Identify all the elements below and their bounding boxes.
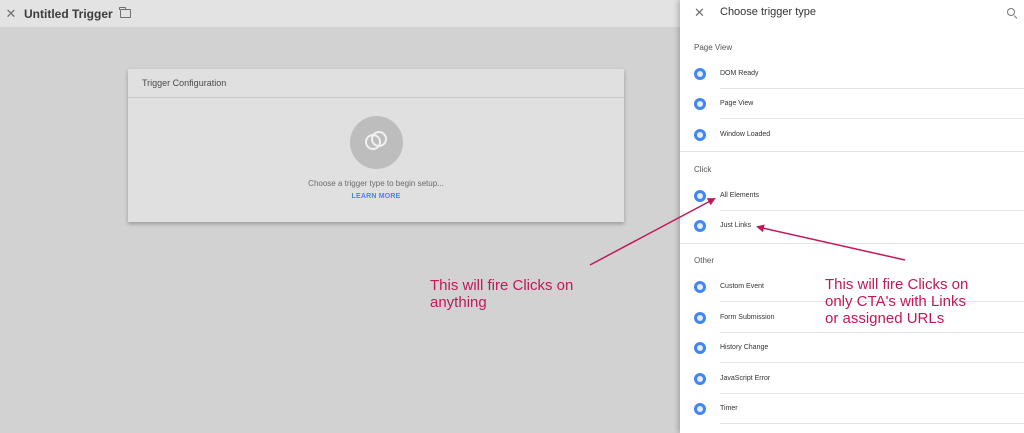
link-click-icon	[694, 220, 706, 232]
eye-icon	[694, 129, 706, 141]
trigger-type-panel: ✕ Choose trigger type Page View DOM Read…	[680, 0, 1024, 433]
panel-title: Choose trigger type	[720, 6, 816, 18]
trigger-label: Form Submission	[720, 314, 775, 321]
history-icon	[694, 342, 706, 354]
trigger-window-loaded[interactable]: Window Loaded	[680, 120, 1024, 150]
trigger-all-elements[interactable]: All Elements	[680, 181, 1024, 211]
trigger-history-change[interactable]: History Change	[680, 333, 1024, 363]
trigger-label: Window Loaded	[720, 131, 771, 138]
card-header: Trigger Configuration	[128, 69, 624, 98]
trigger-label: JavaScript Error	[720, 375, 771, 382]
trigger-label: Just Links	[720, 222, 752, 229]
section-click: Click	[694, 165, 712, 174]
eye-icon	[694, 98, 706, 110]
trigger-label: Page View	[720, 100, 754, 107]
trigger-name[interactable]: Untitled Trigger	[24, 7, 113, 21]
annotation-just-links: This will fire Clicks on only CTA's with…	[825, 276, 969, 327]
timer-icon	[694, 403, 706, 415]
workspace: Trigger Configuration Choose a trigger t…	[0, 27, 680, 433]
click-icon	[694, 190, 706, 202]
trigger-label: All Elements	[720, 192, 759, 199]
trigger-timer[interactable]: Timer	[680, 394, 1024, 424]
trigger-label: History Change	[720, 344, 769, 351]
trigger-label: Timer	[720, 405, 738, 412]
form-icon	[694, 312, 706, 324]
code-icon	[694, 281, 706, 293]
close-icon[interactable]: ✕	[694, 5, 705, 21]
divider	[680, 243, 1024, 244]
trigger-page-view[interactable]: Page View	[680, 89, 1024, 119]
trigger-configuration-card[interactable]: Trigger Configuration Choose a trigger t…	[128, 69, 624, 222]
trigger-label: Custom Event	[720, 283, 764, 290]
setup-hint: Choose a trigger type to begin setup...	[308, 179, 444, 188]
trigger-placeholder-icon[interactable]	[350, 116, 403, 169]
learn-more-link[interactable]: LEARN MORE	[128, 193, 624, 200]
annotation-all-elements: This will fire Clicks on anything	[430, 277, 574, 311]
editor-topbar: ✕ Untitled Trigger	[0, 0, 680, 27]
trigger-dom-ready[interactable]: DOM Ready	[680, 59, 1024, 89]
trigger-label: DOM Ready	[720, 70, 759, 77]
folder-icon[interactable]	[119, 7, 131, 18]
trigger-javascript-error[interactable]: JavaScript Error	[680, 364, 1024, 394]
warning-icon	[694, 373, 706, 385]
eye-icon	[694, 68, 706, 80]
section-page-view: Page View	[694, 43, 733, 52]
divider	[680, 151, 1024, 152]
close-icon[interactable]: ✕	[0, 6, 22, 22]
trigger-just-links[interactable]: Just Links	[680, 211, 1024, 241]
search-icon[interactable]	[1007, 8, 1015, 16]
section-other: Other	[694, 256, 715, 265]
panel-header: ✕ Choose trigger type	[680, 0, 1024, 26]
